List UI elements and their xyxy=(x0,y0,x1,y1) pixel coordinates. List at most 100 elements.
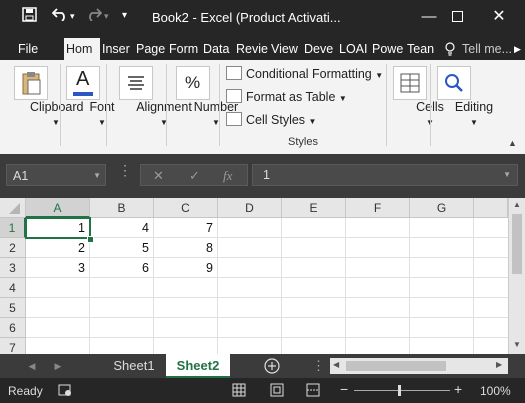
zoom-slider-thumb[interactable] xyxy=(398,385,401,396)
percent-icon: % xyxy=(176,66,210,100)
scroll-right-icon[interactable]: ▶ xyxy=(512,38,525,60)
format-table-icon xyxy=(226,89,242,103)
column-header-b[interactable]: B xyxy=(90,198,154,218)
number-group[interactable]: % Number ▼ xyxy=(168,60,238,154)
tab-team[interactable]: Tean xyxy=(405,38,439,60)
close-icon[interactable]: ✕ xyxy=(480,4,518,30)
scroll-up-icon[interactable]: ▲ xyxy=(513,200,521,209)
sheet-next-icon[interactable]: ▶ xyxy=(52,354,64,378)
more-icon: ⋮ xyxy=(312,358,325,373)
column-header-g[interactable]: G xyxy=(410,198,474,218)
zoom-out-button[interactable]: − xyxy=(340,381,348,397)
page-layout-view-icon[interactable] xyxy=(270,383,284,400)
cell-c2[interactable]: 8 xyxy=(154,238,218,258)
worksheet-grid[interactable]: A B C D E F G 1 2 3 4 5 6 7 1 4 7 2 5 8 … xyxy=(0,198,525,354)
undo-dropdown-icon[interactable]: ▾ xyxy=(70,11,75,22)
editing-label: Editing xyxy=(454,100,494,114)
editing-group[interactable]: Editing ▼ xyxy=(432,60,493,154)
vertical-scroll-thumb[interactable] xyxy=(512,214,522,274)
tab-data[interactable]: Data xyxy=(201,38,234,60)
tab-file[interactable]: File xyxy=(16,38,50,60)
scroll-right-icon[interactable]: ▶ xyxy=(496,360,502,369)
tab-insert[interactable]: Inser xyxy=(100,38,133,60)
maximize-icon[interactable] xyxy=(438,4,476,30)
redo-dropdown-icon[interactable]: ▾ xyxy=(104,11,109,22)
column-header-d[interactable]: D xyxy=(218,198,282,218)
tab-formulas[interactable]: Form xyxy=(167,38,200,60)
formula-input[interactable]: 1 ▼ xyxy=(252,164,518,186)
sheet-tab-sheet1[interactable]: Sheet1 xyxy=(104,354,164,378)
gridline-horizontal xyxy=(26,297,508,298)
column-header-c[interactable]: C xyxy=(154,198,218,218)
cell-b2[interactable]: 5 xyxy=(90,238,154,258)
conditional-formatting-button[interactable]: Conditional Formatting ▼ xyxy=(226,66,383,81)
cell-c1[interactable]: 7 xyxy=(154,218,218,238)
divider xyxy=(219,64,220,146)
column-header-h[interactable] xyxy=(474,198,508,218)
scroll-left-icon[interactable]: ◀ xyxy=(333,360,339,369)
horizontal-scroll-thumb[interactable] xyxy=(346,361,446,371)
horizontal-scrollbar[interactable]: ◀ ▶ xyxy=(330,358,508,374)
zoom-in-button[interactable]: + xyxy=(454,381,462,397)
caret-down-icon[interactable]: ▼ xyxy=(93,165,101,187)
sheet-tab-sheet2[interactable]: Sheet2 xyxy=(166,354,230,378)
enter-icon[interactable]: ✓ xyxy=(189,168,200,184)
cell-styles-icon xyxy=(226,112,242,126)
tab-view[interactable]: View xyxy=(269,38,302,60)
cell-b3[interactable]: 6 xyxy=(90,258,154,278)
cell-styles-button[interactable]: Cell Styles ▼ xyxy=(226,112,316,127)
zoom-level[interactable]: 100% xyxy=(480,384,511,398)
undo-icon[interactable] xyxy=(51,7,68,24)
row-header-7[interactable]: 7 xyxy=(0,338,26,354)
alignment-group[interactable]: Alignment ▼ xyxy=(106,60,192,154)
format-as-table-button[interactable]: Format as Table ▼ xyxy=(226,89,347,104)
select-all-corner[interactable] xyxy=(0,198,26,218)
save-icon[interactable] xyxy=(22,7,37,25)
sheet-prev-icon[interactable]: ◀ xyxy=(26,354,38,378)
zoom-slider[interactable] xyxy=(354,390,450,391)
macro-record-icon[interactable] xyxy=(58,383,72,400)
cell-b1[interactable]: 4 xyxy=(90,218,154,238)
title-bar: ▾ ▾ ▾ Book2 - Excel (Product Activati...… xyxy=(0,0,525,34)
tell-me-input[interactable]: Tell me... xyxy=(460,38,516,60)
column-header-e[interactable]: E xyxy=(282,198,346,218)
caret-down-icon: ▼ xyxy=(375,71,384,80)
row-header-1[interactable]: 1 xyxy=(0,218,26,238)
tab-power[interactable]: Powe xyxy=(370,38,406,60)
column-header-f[interactable]: F xyxy=(346,198,410,218)
cell-a3[interactable]: 3 xyxy=(26,258,90,278)
collapse-ribbon-icon[interactable]: ▲ xyxy=(508,138,517,148)
row-header-5[interactable]: 5 xyxy=(0,298,26,318)
add-sheet-icon[interactable] xyxy=(262,354,282,378)
page-break-view-icon[interactable] xyxy=(306,383,320,400)
font-group[interactable]: A Font ▼ xyxy=(62,60,115,154)
tab-load[interactable]: LOAI xyxy=(337,38,371,60)
cell-c3[interactable]: 9 xyxy=(154,258,218,278)
tab-review[interactable]: Revie xyxy=(234,38,270,60)
scroll-down-icon[interactable]: ▼ xyxy=(513,340,521,349)
cancel-icon[interactable]: ✕ xyxy=(153,168,164,184)
tab-developer[interactable]: Deve xyxy=(302,38,336,60)
column-header-a[interactable]: A xyxy=(26,198,90,218)
lightbulb-icon[interactable] xyxy=(443,38,461,60)
name-box[interactable]: A1 ▼ xyxy=(6,164,106,186)
vertical-scrollbar[interactable]: ▲ ▼ xyxy=(508,198,525,354)
insert-function-icon[interactable]: fx xyxy=(223,168,232,184)
tab-home[interactable]: Hom xyxy=(64,38,100,60)
gridline-vertical xyxy=(345,218,346,354)
formula-buttons: ✕ ✓ fx xyxy=(140,164,248,186)
clipboard-group[interactable]: Clipboard ▼ xyxy=(4,60,84,154)
row-header-4[interactable]: 4 xyxy=(0,278,26,298)
tab-page-layout[interactable]: Page xyxy=(134,38,167,60)
cell-a2[interactable]: 2 xyxy=(26,238,90,258)
divider xyxy=(386,64,387,146)
row-header-2[interactable]: 2 xyxy=(0,238,26,258)
cells-group[interactable]: Cells ▼ xyxy=(388,60,444,154)
customize-toolbar-icon[interactable]: ▾ xyxy=(122,10,127,21)
redo-icon[interactable] xyxy=(86,7,103,24)
expand-formula-icon[interactable]: ▼ xyxy=(503,165,511,185)
normal-view-icon[interactable] xyxy=(232,383,246,400)
row-header-3[interactable]: 3 xyxy=(0,258,26,278)
row-header-6[interactable]: 6 xyxy=(0,318,26,338)
fill-handle[interactable] xyxy=(87,236,94,243)
